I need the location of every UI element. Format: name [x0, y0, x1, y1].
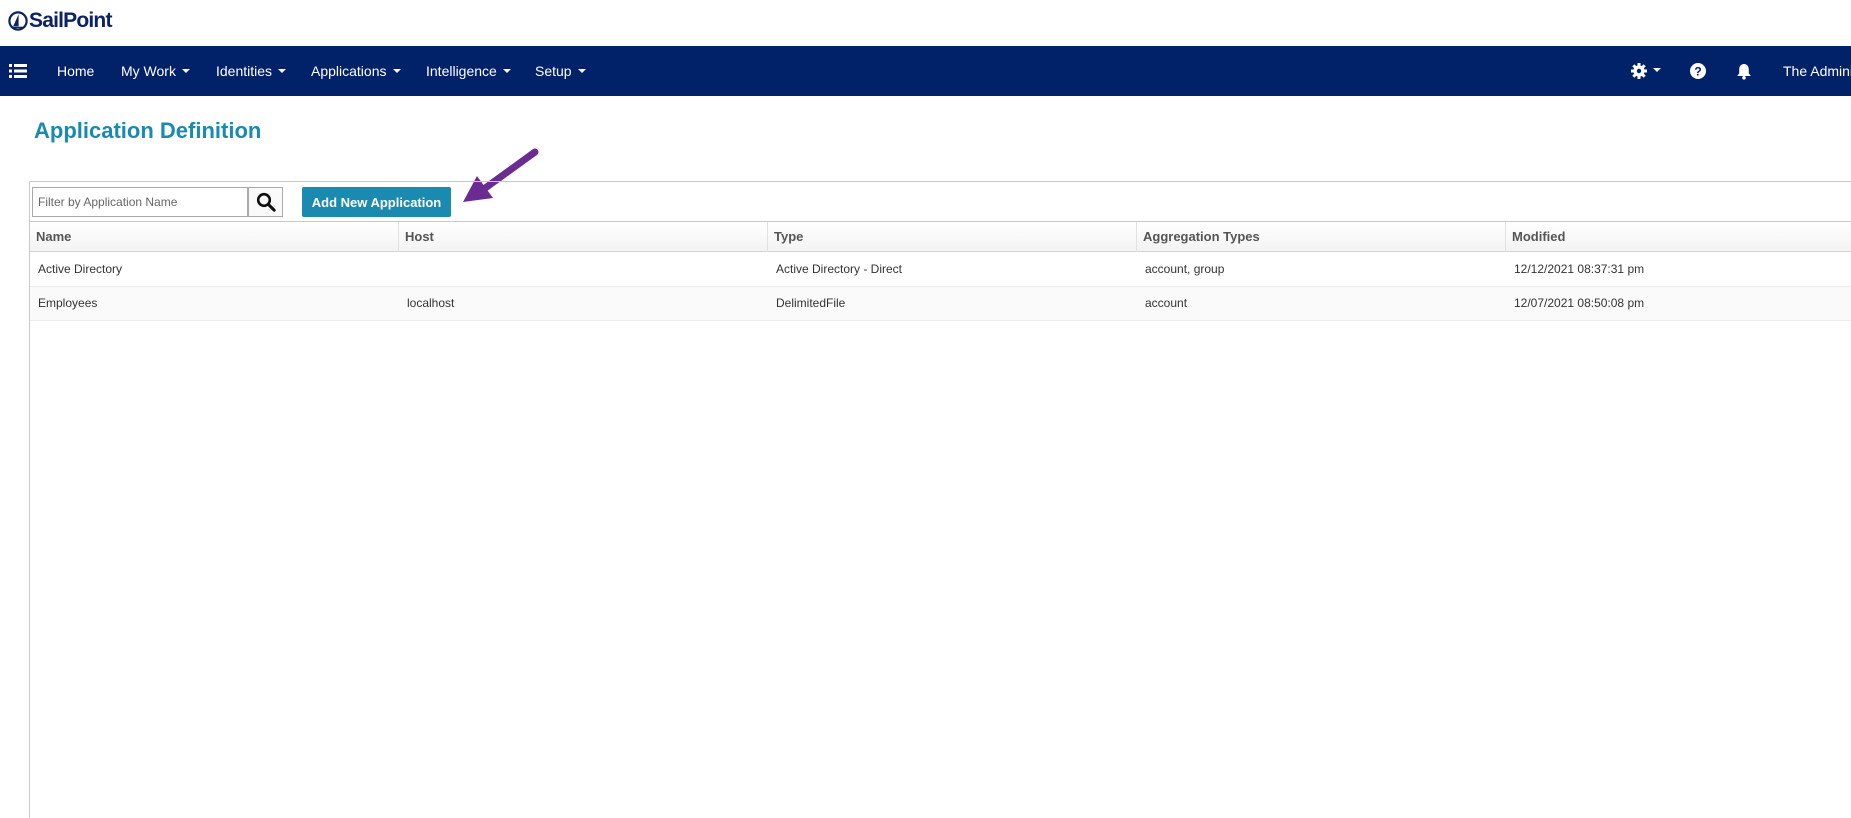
nav-intelligence[interactable]: Intelligence: [426, 46, 511, 96]
column-header-host[interactable]: Host: [399, 222, 768, 252]
grid-header: Name Host Type Aggregation Types Modifie…: [30, 222, 1851, 252]
nav-my-work[interactable]: My Work: [121, 46, 190, 96]
add-new-application-button[interactable]: Add New Application: [302, 187, 451, 217]
column-header-modified[interactable]: Modified: [1506, 222, 1851, 252]
bell-icon: [1737, 63, 1751, 80]
logo-bar: SailPoint: [0, 0, 1851, 46]
nav-identities-label: Identities: [216, 63, 273, 79]
nav-setup-label: Setup: [535, 63, 572, 79]
settings-menu[interactable]: [1631, 46, 1661, 96]
svg-text:?: ?: [1694, 64, 1701, 78]
cell-aggregation-types: account, group: [1145, 262, 1225, 276]
nav-setup[interactable]: Setup: [535, 46, 586, 96]
caret-down-icon: [181, 69, 190, 74]
caret-down-icon: [278, 69, 287, 74]
caret-down-icon: [502, 69, 511, 74]
caret-down-icon: [577, 69, 586, 74]
user-menu-label: The Adminis: [1783, 63, 1851, 79]
cell-host: localhost: [407, 296, 455, 310]
nav-my-work-label: My Work: [121, 63, 176, 79]
nav-identities[interactable]: Identities: [216, 46, 287, 96]
top-navbar: Home My Work Identities Applications Int…: [0, 46, 1851, 96]
application-grid-panel: Add New Application Name Host Type Aggre…: [29, 181, 1851, 818]
help-icon: ?: [1690, 63, 1706, 79]
search-icon: [256, 192, 276, 212]
nav-home-label: Home: [57, 63, 95, 79]
caret-down-icon: [392, 69, 401, 74]
cell-modified: 12/07/2021 08:50:08 pm: [1514, 296, 1645, 310]
search-button[interactable]: [248, 187, 283, 217]
nav-home[interactable]: Home: [57, 46, 94, 96]
nav-applications-label: Applications: [311, 63, 387, 79]
caret-down-icon: [1653, 68, 1661, 72]
sailpoint-logo[interactable]: SailPoint: [8, 9, 112, 33]
list-icon[interactable]: [9, 63, 27, 79]
gear-icon: [1631, 63, 1647, 79]
user-menu[interactable]: The Adminis: [1783, 46, 1851, 96]
column-header-aggregation-types[interactable]: Aggregation Types: [1137, 222, 1506, 252]
notifications-button[interactable]: [1736, 46, 1752, 96]
brand-name: SailPoint: [29, 9, 112, 32]
nav-intelligence-label: Intelligence: [426, 63, 497, 79]
column-header-type[interactable]: Type: [768, 222, 1137, 252]
filter-application-name-input[interactable]: [32, 187, 248, 217]
help-button[interactable]: ?: [1690, 46, 1706, 96]
cell-type: DelimitedFile: [776, 296, 846, 310]
column-header-name[interactable]: Name: [30, 222, 399, 252]
cell-host: [399, 253, 768, 287]
cell-name: Active Directory: [38, 262, 123, 276]
grid-toolbar: Add New Application: [30, 182, 1851, 222]
table-row[interactable]: Active Directory Active Directory - Dire…: [30, 253, 1851, 287]
page-title: Application Definition: [34, 118, 262, 143]
cell-name: Employees: [38, 296, 98, 310]
cell-modified: 12/12/2021 08:37:31 pm: [1514, 262, 1645, 276]
table-row[interactable]: Employees localhost DelimitedFile accoun…: [30, 287, 1851, 321]
nav-applications[interactable]: Applications: [311, 46, 401, 96]
sailpoint-logo-icon: [8, 11, 28, 31]
cell-type: Active Directory - Direct: [776, 262, 903, 276]
cell-aggregation-types: account: [1145, 296, 1188, 310]
